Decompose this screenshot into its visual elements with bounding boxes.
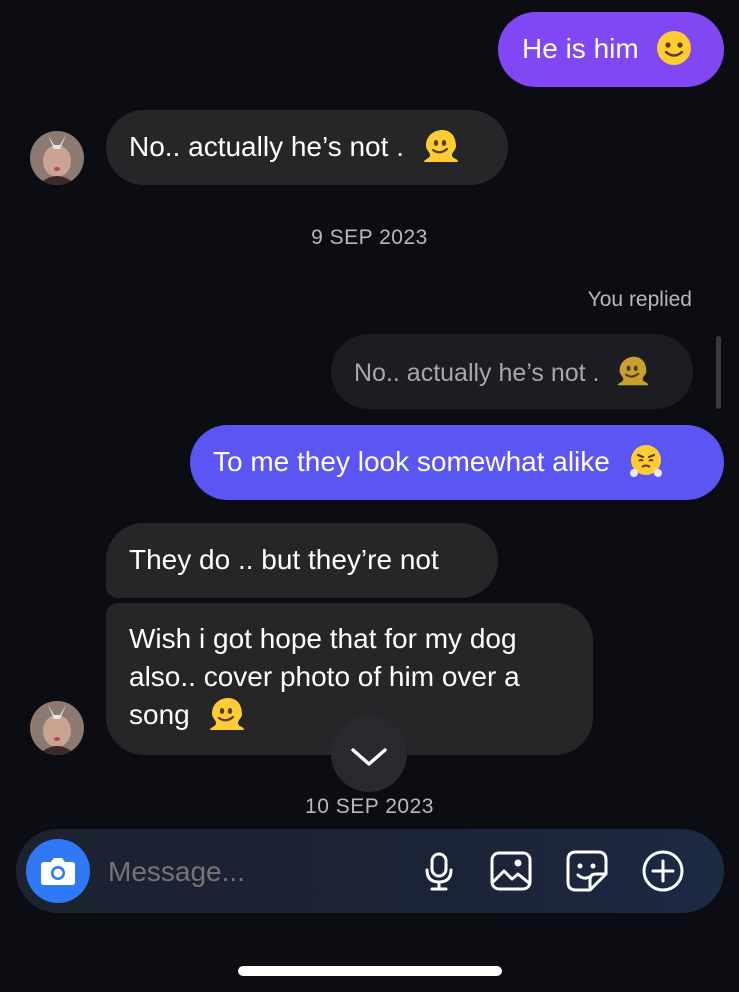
- microphone-icon[interactable]: [416, 848, 462, 894]
- reply-label: You replied: [587, 288, 692, 311]
- message-text: No.. actually he’s not .: [129, 131, 404, 162]
- date-separator: 10 SEP 2023: [305, 795, 434, 818]
- melting-face-icon: [209, 697, 244, 730]
- quoted-text: No.. actually he’s not .: [354, 359, 600, 387]
- avatar[interactable]: [30, 131, 84, 185]
- incoming-message[interactable]: They do .. but they’re not: [106, 523, 498, 598]
- outgoing-message[interactable]: To me they look somewhat alike: [190, 425, 724, 500]
- face-with-steam-from-nose-icon: [629, 444, 662, 477]
- message-text: He is him: [522, 33, 639, 64]
- slightly-smiling-face-icon: [657, 30, 692, 65]
- message-input[interactable]: [106, 849, 400, 895]
- scroll-to-bottom-button[interactable]: [331, 716, 407, 792]
- melting-face-icon: [423, 129, 458, 162]
- message-composer: [16, 829, 724, 913]
- melting-face-icon: [618, 357, 649, 386]
- incoming-message[interactable]: No.. actually he’s not .: [106, 110, 508, 185]
- message-text: To me they look somewhat alike: [213, 446, 610, 477]
- chevron-down-icon: [351, 748, 387, 766]
- camera-button[interactable]: [26, 839, 90, 903]
- sticker-icon[interactable]: [564, 848, 610, 894]
- avatar[interactable]: [30, 701, 84, 755]
- message-line: Wish i got hope that for my dog: [129, 623, 517, 654]
- plus-icon[interactable]: [640, 848, 686, 894]
- reply-indicator-bar: [716, 336, 721, 409]
- gallery-icon[interactable]: [488, 848, 534, 894]
- camera-icon: [41, 858, 75, 885]
- outgoing-message[interactable]: He is him: [498, 12, 724, 87]
- home-indicator: [238, 966, 502, 976]
- message-text: They do .. but they’re not: [129, 544, 439, 575]
- quoted-message[interactable]: No.. actually he’s not .: [331, 334, 693, 409]
- message-line: also.. cover photo of him over a: [129, 661, 520, 692]
- message-line: song: [129, 699, 190, 730]
- date-separator: 9 SEP 2023: [311, 226, 428, 249]
